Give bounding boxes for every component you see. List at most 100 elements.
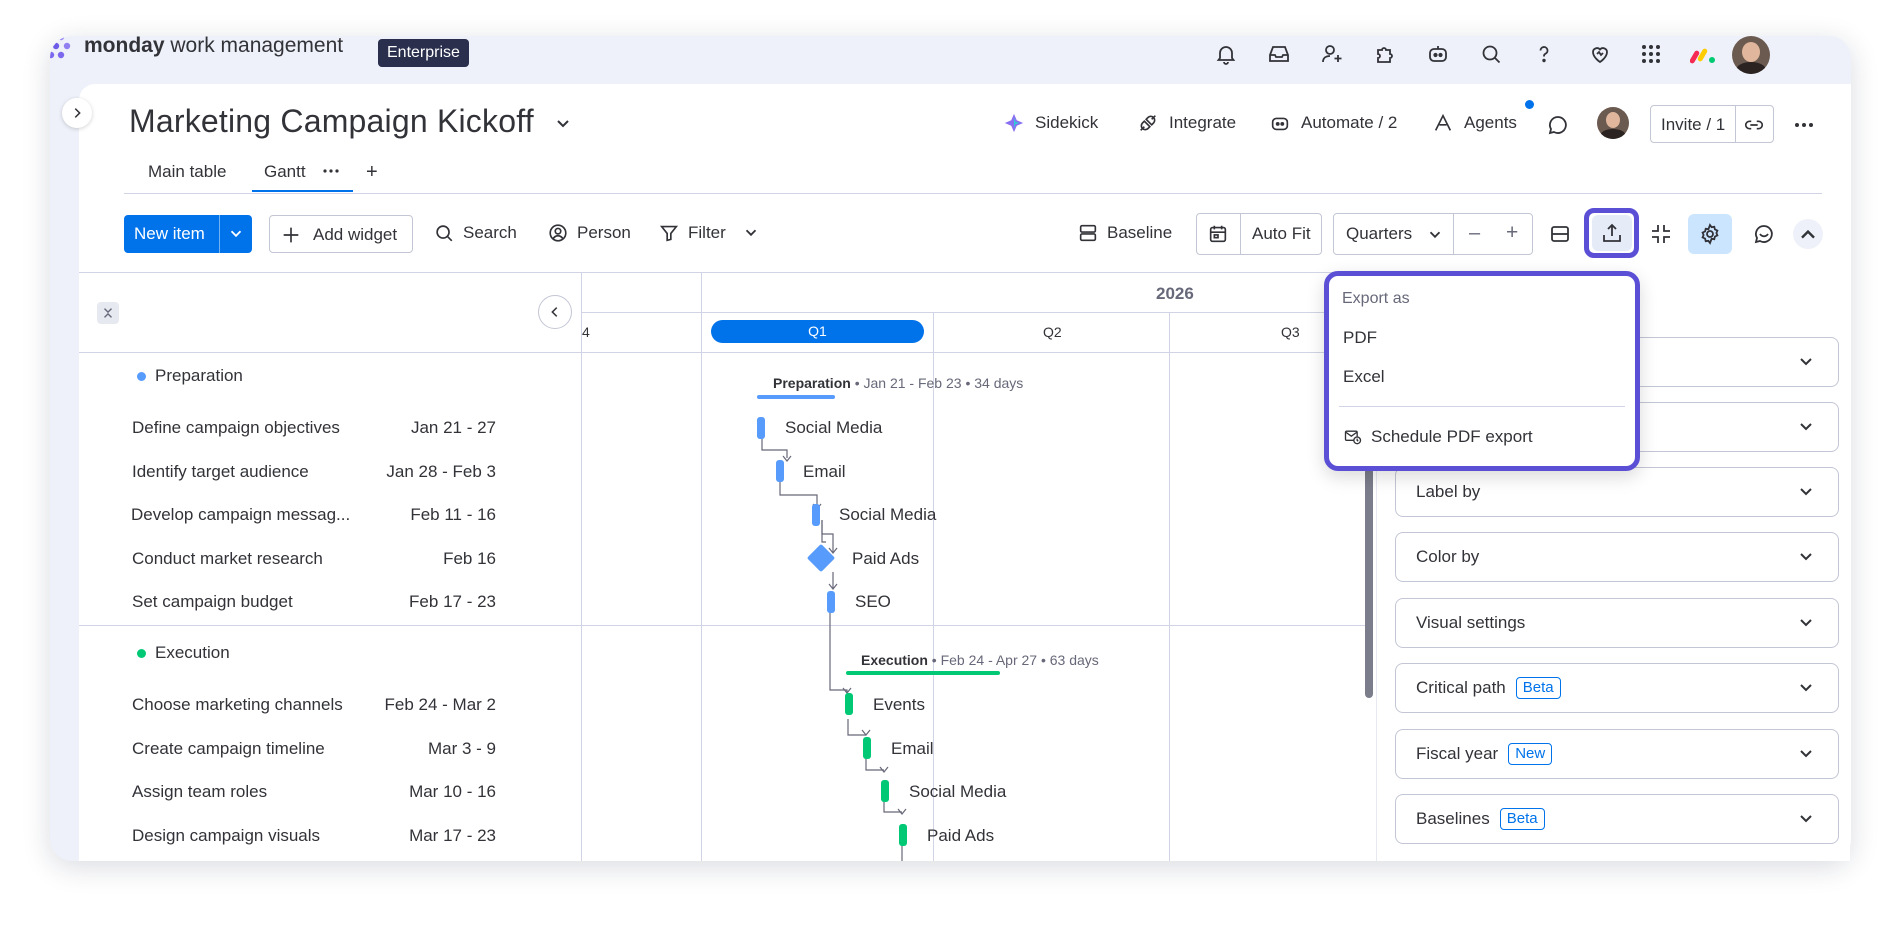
export-button[interactable] — [1584, 208, 1639, 258]
expand-sidebar-button[interactable] — [62, 98, 92, 128]
task-dates: Jan 28 - Feb 3 — [386, 462, 496, 481]
chevron-down-icon — [1800, 619, 1812, 627]
baseline-button[interactable]: Baseline — [1077, 222, 1172, 244]
settings-color-by[interactable]: Color by — [1395, 532, 1839, 582]
search-label: Search — [463, 223, 517, 242]
group-title-preparation[interactable]: Preparation — [137, 366, 243, 386]
board-owner-avatar[interactable] — [1597, 107, 1629, 139]
bell-icon[interactable] — [1211, 39, 1241, 69]
chevron-down-icon[interactable] — [1426, 226, 1444, 244]
task-bar[interactable] — [812, 504, 820, 526]
quarter-label-current[interactable]: Q1 — [711, 320, 924, 343]
top-bar: monday work management Enterprise — [50, 36, 1851, 84]
inbox-icon[interactable] — [1264, 39, 1294, 69]
apps-grid-icon[interactable] — [1636, 39, 1666, 69]
ai-assistant-icon[interactable] — [1423, 39, 1453, 69]
task-name[interactable]: Set campaign budget — [132, 592, 293, 612]
sidekick-button[interactable]: Sidekick — [1003, 112, 1098, 134]
task-name[interactable]: Design campaign visuals — [132, 826, 320, 846]
zoom-out-button[interactable]: – — [1469, 222, 1480, 245]
export-excel-option[interactable]: Excel — [1343, 367, 1385, 387]
task-bar[interactable] — [881, 780, 889, 802]
chevron-down-icon — [1800, 488, 1812, 496]
baseline-label: Baseline — [1107, 223, 1173, 242]
apps-icon[interactable] — [1370, 39, 1400, 69]
task-dates: Feb 17 - 23 — [409, 592, 496, 611]
calendar-icon[interactable] — [1207, 223, 1229, 245]
task-bar[interactable] — [827, 591, 835, 613]
settings-visual-settings[interactable]: Visual settings — [1395, 598, 1839, 648]
tab-main-table[interactable]: Main table — [148, 162, 226, 182]
user-avatar[interactable] — [1732, 36, 1770, 74]
add-widget-button[interactable]: Add widget — [269, 215, 413, 253]
chat-button[interactable] — [1749, 219, 1779, 249]
tab-gantt[interactable]: Gantt — [264, 162, 306, 182]
task-dates: Jan 21 - 27 — [410, 418, 496, 437]
tab-options-icon[interactable] — [322, 164, 340, 178]
settings-fiscal-year[interactable]: Fiscal year New — [1395, 729, 1839, 779]
task-dates: Feb 16 — [443, 549, 496, 568]
zoom-in-button[interactable]: + — [1506, 221, 1518, 245]
agents-button[interactable]: Agents — [1432, 112, 1517, 134]
chevron-down-icon — [1800, 750, 1812, 758]
collapse-list-button[interactable] — [538, 295, 572, 329]
task-name[interactable]: Develop campaign messag... — [131, 505, 350, 525]
task-bar[interactable] — [776, 460, 784, 482]
auto-fit-button[interactable]: Auto Fit — [1252, 224, 1311, 244]
task-bar[interactable] — [899, 824, 907, 846]
settings-item-label: Baselines — [1416, 809, 1490, 828]
settings-critical-path[interactable]: Critical path Beta — [1395, 663, 1839, 713]
new-item-button[interactable]: New item — [124, 215, 252, 253]
board-title[interactable]: Marketing Campaign Kickoff — [129, 103, 534, 140]
collapse-header-button[interactable] — [1793, 219, 1823, 249]
schedule-pdf-export-option[interactable]: Schedule PDF export — [1343, 427, 1533, 447]
task-name[interactable]: Identify target audience — [132, 462, 309, 482]
chevron-down-icon[interactable] — [553, 114, 573, 134]
timescale-select[interactable]: Quarters — [1346, 224, 1412, 244]
group-bar-execution[interactable] — [846, 671, 1000, 675]
task-bar[interactable] — [863, 737, 871, 759]
menu-divider — [1339, 406, 1625, 407]
invite-button[interactable]: Invite / 1 — [1650, 105, 1774, 143]
gear-icon — [1701, 223, 1719, 245]
more-options-button[interactable] — [1790, 111, 1818, 139]
task-bar[interactable] — [757, 417, 765, 439]
group-title-execution[interactable]: Execution — [137, 643, 230, 663]
task-bar[interactable] — [845, 693, 853, 715]
person-filter-button[interactable]: Person — [547, 222, 631, 244]
year-label: 2026 — [1156, 284, 1194, 303]
layout-toggle-button[interactable] — [1546, 220, 1574, 248]
settings-item-label-wrap: Baselines Beta — [1416, 808, 1545, 830]
group-bar-preparation[interactable] — [757, 395, 835, 399]
task-name[interactable]: Define campaign objectives — [132, 418, 340, 438]
monday-logo-icon[interactable] — [50, 36, 73, 63]
settings-item-label-wrap: Fiscal year New — [1416, 743, 1553, 765]
person-label: Person — [577, 223, 631, 242]
search-icon[interactable] — [1476, 39, 1506, 69]
collapse-view-button[interactable] — [1646, 219, 1676, 249]
filter-button[interactable]: Filter — [658, 222, 760, 244]
chevron-down-icon[interactable] — [742, 224, 760, 242]
export-pdf-option[interactable]: PDF — [1343, 328, 1377, 348]
automate-button[interactable]: Automate / 2 — [1269, 112, 1397, 134]
integrate-button[interactable]: Integrate — [1137, 112, 1236, 134]
task-bar-label: Events — [873, 695, 925, 714]
task-name[interactable]: Create campaign timeline — [132, 739, 325, 759]
settings-baselines[interactable]: Baselines Beta — [1395, 794, 1839, 844]
collapse-all-button[interactable] — [97, 302, 119, 324]
task-name[interactable]: Conduct market research — [132, 549, 323, 569]
settings-label-by[interactable]: Label by — [1395, 467, 1839, 517]
settings-item-label: Critical path — [1416, 678, 1506, 697]
task-name[interactable]: Choose marketing channels — [132, 695, 343, 715]
task-name[interactable]: Assign team roles — [132, 782, 267, 802]
heart-icon[interactable] — [1585, 39, 1615, 69]
search-button[interactable]: Search — [433, 222, 517, 244]
settings-button[interactable] — [1688, 214, 1732, 254]
chevron-down-icon[interactable] — [227, 225, 245, 243]
invite-members-icon[interactable] — [1317, 39, 1347, 69]
timeline-scrollbar[interactable] — [1365, 468, 1373, 698]
help-icon[interactable] — [1529, 39, 1559, 69]
add-view-button[interactable]: + — [366, 161, 378, 184]
updates-button[interactable] — [1544, 111, 1572, 139]
tabs-divider — [124, 193, 1822, 194]
